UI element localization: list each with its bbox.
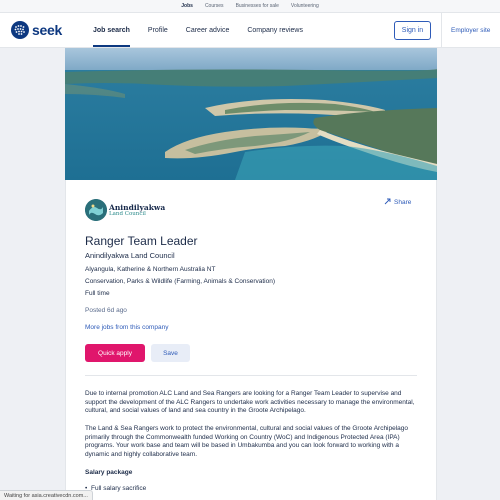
- job-work-type: Full time: [85, 290, 110, 297]
- nav-company-reviews[interactable]: Company reviews: [238, 13, 312, 47]
- job-classification: Conservation, Parks & Wildlife (Farming,…: [85, 278, 276, 285]
- job-title: Ranger Team Leader: [85, 234, 198, 248]
- sign-in-button[interactable]: Sign in: [394, 21, 431, 40]
- top-utility-bar: Jobs Courses Businesses for sale Volunte…: [0, 0, 500, 13]
- site-header: seek Job search Profile Career advice Co…: [0, 13, 500, 48]
- top-link-jobs[interactable]: Jobs: [181, 3, 193, 9]
- more-jobs-link[interactable]: More jobs from this company: [85, 324, 168, 331]
- posted-date: Posted 6d ago: [85, 307, 127, 314]
- salary-bullet: Full salary sacrifice: [85, 485, 146, 492]
- save-job-button[interactable]: Save: [151, 344, 190, 362]
- employer-site-link[interactable]: Employer site: [451, 27, 490, 34]
- top-link-courses[interactable]: Courses: [205, 3, 224, 9]
- nav-job-search[interactable]: Job search: [84, 13, 139, 47]
- company-name[interactable]: Anindilyakwa Land Council: [85, 251, 175, 260]
- job-hero-image: [65, 48, 437, 180]
- nav-profile[interactable]: Profile: [139, 13, 177, 47]
- job-location: Alyangula, Katherine & Northern Australi…: [85, 266, 216, 273]
- nav-career-advice[interactable]: Career advice: [177, 13, 239, 47]
- description-paragraph-2: The Land & Sea Rangers work to protect t…: [85, 425, 409, 458]
- seek-logo-icon: [11, 21, 29, 39]
- top-link-businesses[interactable]: Businesses for sale: [236, 3, 279, 9]
- seek-logo[interactable]: seek: [11, 21, 62, 39]
- main-nav: Job search Profile Career advice Company…: [84, 13, 312, 47]
- share-button[interactable]: Share: [384, 198, 411, 207]
- company-logo-icon: [85, 199, 107, 221]
- section-divider: [85, 375, 417, 376]
- header-divider: [441, 13, 442, 47]
- logo-text: seek: [32, 22, 62, 38]
- top-link-volunteering[interactable]: Volunteering: [291, 3, 319, 9]
- share-icon: [384, 198, 391, 207]
- quick-apply-button[interactable]: Quick apply: [85, 344, 145, 362]
- salary-package-heading: Salary package: [85, 469, 133, 476]
- browser-status-bar: Waiting for asia.creativecdn.com...: [0, 490, 93, 500]
- share-label: Share: [394, 199, 412, 206]
- company-brand-sub: Land Council: [109, 211, 146, 217]
- description-paragraph-1: Due to internal promotion ALC Land and S…: [85, 390, 415, 415]
